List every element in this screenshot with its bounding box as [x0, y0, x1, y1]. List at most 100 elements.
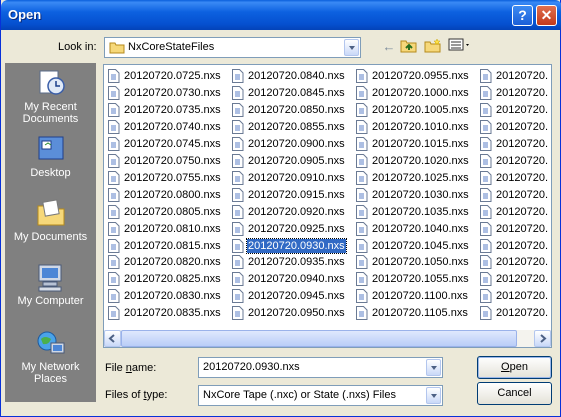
file-icon — [356, 69, 368, 83]
file-icon — [232, 170, 244, 185]
file-name: 20120720.0750.nxs — [124, 154, 221, 167]
scroll-right-button[interactable] — [534, 330, 551, 347]
place-recent-documents[interactable]: My Recent Documents — [5, 67, 96, 125]
new-folder-icon[interactable] — [423, 38, 443, 56]
file-list[interactable]: 20120720.0725.nxs 20120720.0730.nxs 201207… — [103, 64, 552, 348]
chevron-down-icon[interactable] — [344, 39, 359, 56]
views-menu-icon[interactable] — [447, 38, 473, 56]
file-name: 20120720.1025.nxs — [372, 171, 469, 184]
scroll-left-button[interactable] — [104, 330, 121, 347]
file-icon — [232, 306, 244, 321]
file-icon — [108, 136, 120, 151]
place-label-line1: My Recent — [24, 101, 77, 113]
file-icon — [356, 85, 368, 100]
file-name: 20120720.0825.nxs — [124, 273, 221, 286]
file-icon — [232, 289, 244, 304]
file-icon — [108, 153, 120, 168]
file-icon — [108, 170, 120, 185]
file-icon — [480, 204, 492, 219]
open-button[interactable]: Open — [477, 356, 552, 379]
chevron-down-icon[interactable] — [426, 387, 441, 404]
file-name: 20120720.1040.nxs — [372, 222, 469, 235]
file-name: 20120720.0805.nxs — [124, 205, 221, 218]
file-name: 20120720.0800.nxs — [124, 188, 221, 201]
file-name: 20120720. — [496, 290, 548, 303]
network-places-icon — [37, 331, 64, 354]
file-icon — [108, 255, 120, 270]
open-dialog: Open ? ✕ Look in: NxCoreStateFiles ← My … — [0, 0, 561, 417]
file-name: 20120720.0830.nxs — [124, 290, 221, 303]
dialog-title: Open — [8, 7, 42, 22]
file-type-value: NxCore Tape (.nxc) or State (.nxs) Files — [203, 389, 396, 401]
file-name: 20120720.0920.nxs — [248, 205, 345, 218]
file-icon — [108, 119, 120, 134]
scroll-thumb[interactable] — [121, 330, 517, 347]
file-name: 20120720.0940.nxs — [248, 273, 345, 286]
place-label-line2: Documents — [22, 113, 79, 125]
place-label-line1: Desktop — [30, 167, 71, 179]
file-icon — [480, 85, 492, 100]
file-name: 20120720.0955.nxs — [372, 70, 469, 82]
file-name: 20120720. — [496, 205, 548, 218]
file-name: 20120720. — [496, 171, 548, 184]
place-network-places[interactable]: My Network Places — [5, 327, 96, 385]
look-in-dropdown[interactable]: NxCoreStateFiles — [104, 37, 361, 58]
file-name: 20120720. — [496, 256, 548, 269]
file-icon — [480, 69, 492, 83]
horizontal-scrollbar[interactable] — [104, 330, 551, 347]
file-name: 20120720.1000.nxs — [372, 86, 469, 99]
file-name: 20120720. — [496, 154, 548, 167]
my-documents-icon — [37, 199, 64, 226]
up-folder-icon[interactable] — [399, 38, 419, 56]
file-name: 20120720.0755.nxs — [124, 171, 221, 184]
places-bar: My Recent Documents Desktop My Documents — [5, 63, 96, 402]
file-icon — [232, 136, 244, 151]
file-type-label: Files of type: — [105, 389, 168, 401]
cancel-button[interactable]: Cancel — [477, 382, 552, 405]
file-name: 20120720.0950.nxs — [248, 307, 345, 320]
title-bar[interactable]: Open ? ✕ — [1, 0, 561, 30]
file-name: 20120720.1020.nxs — [372, 154, 469, 167]
recent-documents-icon — [39, 70, 65, 95]
file-icon — [356, 255, 368, 270]
file-icon — [232, 85, 244, 100]
file-name: 20120720.1050.nxs — [372, 256, 469, 269]
place-my-computer[interactable]: My Computer — [5, 261, 96, 307]
file-icon — [480, 289, 492, 304]
file-icon — [108, 69, 120, 83]
close-button[interactable]: ✕ — [536, 5, 557, 26]
file-icon — [232, 221, 244, 236]
file-icon — [356, 153, 368, 168]
file-name: 20120720.0835.nxs — [124, 307, 221, 320]
file-name: 20120720.0840.nxs — [248, 70, 345, 82]
file-name: 20120720.0930.nxs — [246, 237, 347, 254]
chevron-down-icon[interactable] — [426, 359, 441, 376]
file-icon — [480, 102, 492, 117]
help-button[interactable]: ? — [512, 5, 533, 26]
file-icon — [356, 119, 368, 134]
file-icon — [480, 272, 492, 287]
file-name-input[interactable]: 20120720.0930.nxs — [198, 357, 443, 378]
file-icon — [108, 306, 120, 321]
look-in-label: Look in: — [58, 41, 97, 53]
file-name: 20120720.1030.nxs — [372, 188, 469, 201]
place-my-documents[interactable]: My Documents — [5, 197, 96, 243]
file-name: 20120720. — [496, 137, 548, 150]
place-label-line1: My Computer — [17, 295, 84, 307]
file-name: 20120720.0735.nxs — [124, 103, 221, 116]
file-icon — [232, 255, 244, 270]
file-icon — [356, 306, 368, 321]
file-type-dropdown[interactable]: NxCore Tape (.nxc) or State (.nxs) Files — [198, 385, 443, 406]
file-name: 20120720. — [496, 307, 548, 320]
file-icon — [232, 69, 244, 83]
file-name: 20120720.0820.nxs — [124, 256, 221, 269]
look-in-value: NxCoreStateFiles — [128, 41, 215, 53]
place-desktop[interactable]: Desktop — [5, 133, 96, 179]
file-icon — [108, 102, 120, 117]
file-name: 20120720.0815.nxs — [124, 239, 221, 252]
back-arrow-icon[interactable]: ← — [379, 38, 399, 56]
file-icon — [232, 153, 244, 168]
file-icon — [480, 153, 492, 168]
file-name: 20120720.0740.nxs — [124, 120, 221, 133]
file-name: 20120720. — [496, 86, 548, 99]
